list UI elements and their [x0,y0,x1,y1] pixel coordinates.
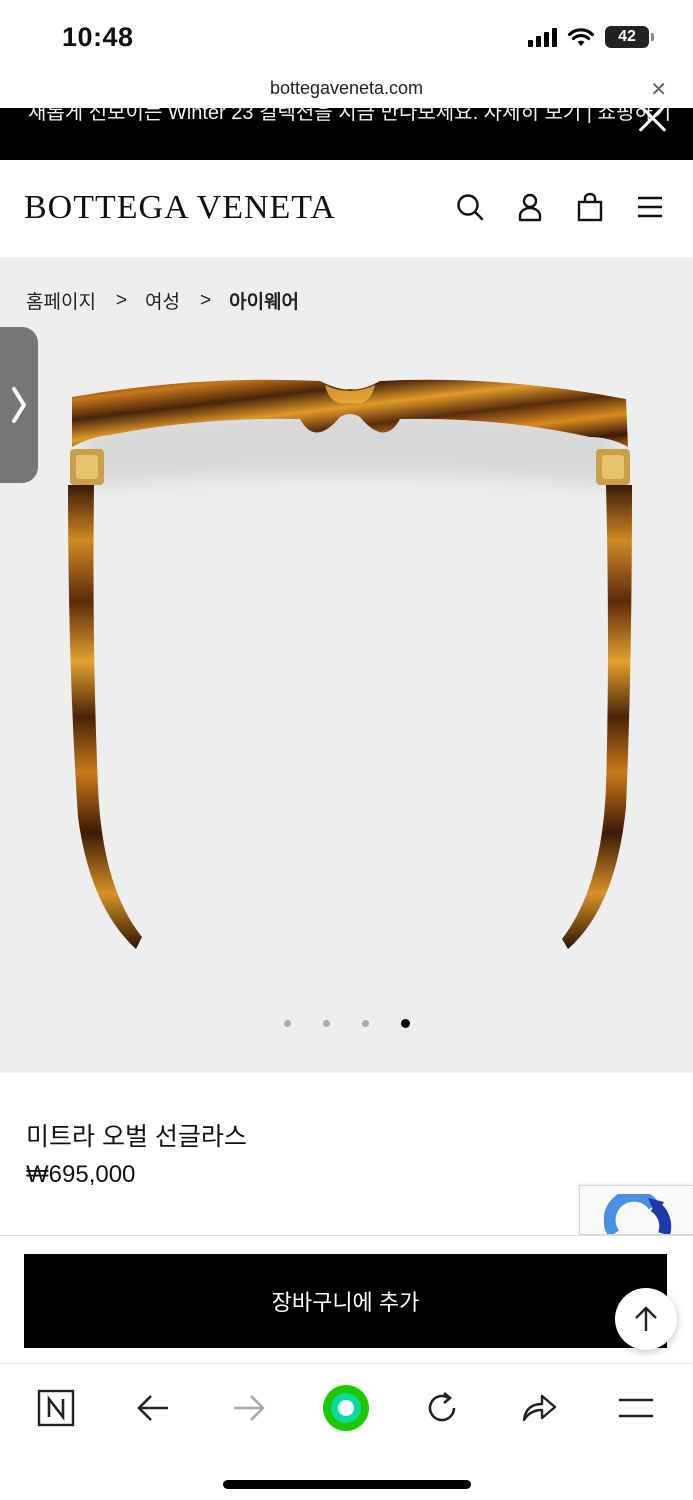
url-bar[interactable]: bottegaveneta.com ✕ [0,74,693,108]
recaptcha-badge[interactable] [579,1185,693,1235]
promo-text[interactable]: 새롭게 선보이는 Winter 23 컬렉션을 지금 만나보세요. 자세히 보기… [28,108,671,125]
cart-area: 장바구니에 추가 [0,1235,693,1363]
wifi-icon [567,27,595,46]
back-arrow-icon[interactable] [129,1384,177,1432]
browser-toolbar [0,1363,693,1500]
url-text[interactable]: bottegaveneta.com [0,78,693,99]
search-icon[interactable] [455,192,485,222]
product-info: 미트라 오벌 선글라스 ₩695,000 [0,1073,693,1235]
add-to-cart-button[interactable]: 장바구니에 추가 [24,1254,667,1348]
breadcrumb-women[interactable]: 여성 [145,287,180,314]
carousel-dots [0,1019,693,1028]
breadcrumb-home[interactable]: 홈페이지 [26,287,96,314]
battery-level: 42 [618,28,636,45]
carousel-dot-active[interactable] [400,1019,410,1028]
bag-icon[interactable] [575,192,605,222]
chevron-right-icon: > [200,289,212,311]
menu-icon[interactable] [635,192,665,222]
menu-icon[interactable] [612,1384,660,1432]
product-gallery[interactable]: 홈페이지 > 여성 > 아이웨어 [0,257,693,1073]
breadcrumb-eyewear[interactable]: 아이웨어 [229,287,299,314]
home-indicator[interactable] [223,1480,471,1489]
brand-logo[interactable]: BOTTEGA VENETA [24,189,336,227]
carousel-dot[interactable] [322,1020,330,1027]
naver-n-icon[interactable] [32,1384,80,1432]
carousel-dot[interactable] [361,1020,369,1027]
recaptcha-icon [604,1194,672,1234]
forward-arrow-icon[interactable] [225,1384,273,1432]
product-name: 미트라 오벌 선글라스 [26,1123,247,1151]
product-image-sunglasses[interactable] [50,367,650,967]
arrow-up-icon [635,1306,657,1331]
header-icons [455,192,665,222]
promo-close-icon[interactable] [635,108,669,134]
product-price: ₩695,000 [26,1161,136,1188]
signal-icon [528,27,557,47]
chevron-right-icon [12,387,26,423]
breadcrumb: 홈페이지 > 여성 > 아이웨어 [26,287,299,314]
green-dot-icon[interactable] [322,1384,370,1432]
status-bar: 10:48 42 [0,0,693,74]
account-icon[interactable] [515,192,545,222]
battery-icon: 42 [605,26,654,48]
site-header: BOTTEGA VENETA [0,160,693,257]
close-icon[interactable]: ✕ [650,77,667,102]
reload-icon[interactable] [418,1384,466,1432]
status-icons: 42 [528,26,654,48]
promo-banner: 새롭게 선보이는 Winter 23 컬렉션을 지금 만나보세요. 자세히 보기… [0,108,693,160]
carousel-dot[interactable] [283,1020,291,1027]
side-drawer-tab[interactable] [0,327,38,483]
scroll-to-top-button[interactable] [615,1288,677,1350]
share-icon[interactable] [515,1384,563,1432]
status-time: 10:48 [62,22,134,52]
chevron-right-icon: > [115,289,128,311]
